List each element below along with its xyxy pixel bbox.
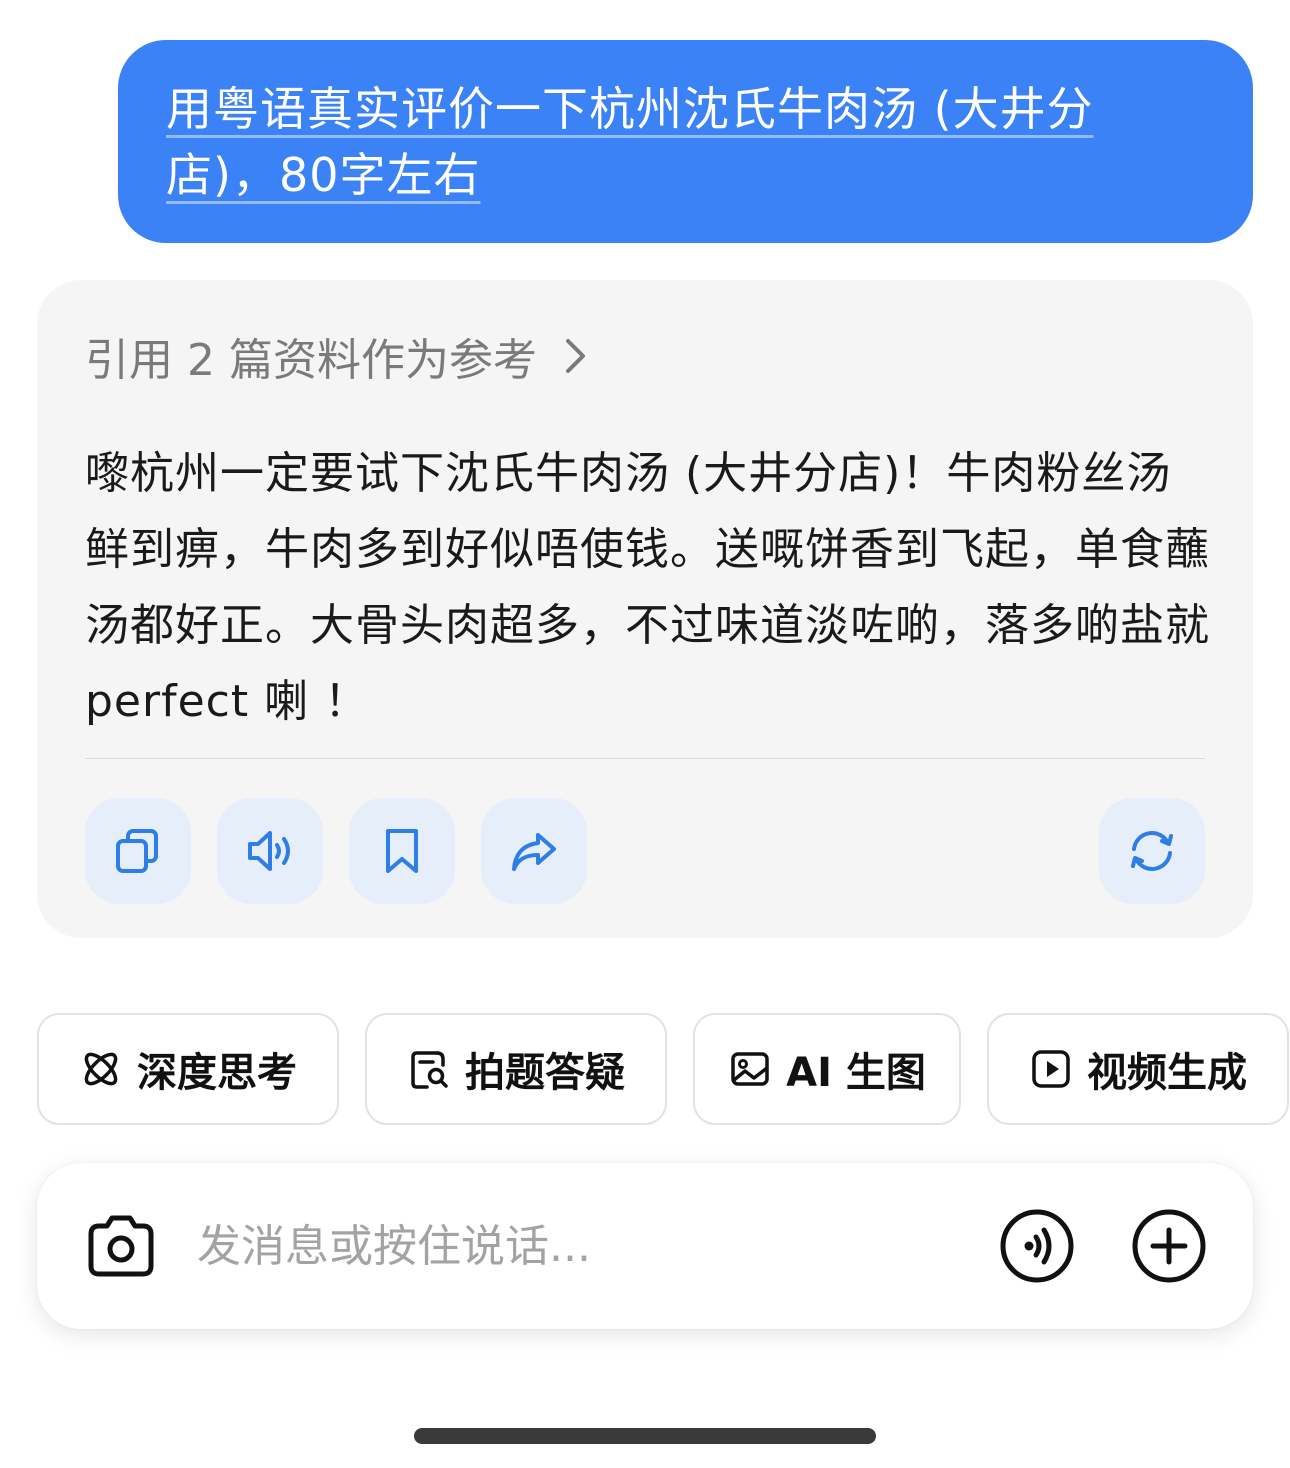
references-link[interactable]: 引用 2 篇资料作为参考 — [85, 326, 589, 386]
chip-label: 视频生成 — [1087, 1050, 1247, 1096]
chevron-right-icon — [565, 339, 585, 373]
read-aloud-button[interactable] — [217, 798, 323, 904]
copy-button[interactable] — [85, 798, 191, 904]
refresh-icon — [1131, 831, 1173, 871]
user-message-bubble[interactable]: 用粤语真实评价一下杭州沈氏牛肉汤 (大井分店)，80字左右 — [118, 40, 1253, 243]
bookmark-button[interactable] — [349, 798, 455, 904]
search-document-icon — [411, 1051, 448, 1089]
image-icon — [731, 1052, 769, 1086]
assistant-answer-text: 嚟杭州一定要试下沈氏牛肉汤 (大井分店)！牛肉粉丝汤鲜到痹，牛肉多到好似唔使钱。… — [85, 448, 1210, 727]
play-icon — [1032, 1050, 1070, 1088]
chat-screen: 用粤语真实评价一下杭州沈氏牛肉汤 (大井分店)，80字左右 引用 2 篇资料作为… — [0, 0, 1290, 1468]
camera-icon[interactable] — [83, 1208, 159, 1284]
chip-photo-question[interactable]: 拍题答疑 — [365, 1013, 667, 1125]
voice-input-icon[interactable] — [999, 1208, 1075, 1284]
share-icon — [512, 833, 556, 871]
atom-icon — [84, 1052, 118, 1086]
chip-video-generation[interactable]: 视频生成 — [987, 1013, 1289, 1125]
message-input-bar — [37, 1163, 1253, 1329]
regenerate-button[interactable] — [1099, 798, 1205, 904]
chip-ai-image[interactable]: AI 生图 — [693, 1013, 961, 1125]
chip-label: 深度思考 — [137, 1050, 297, 1096]
chip-label: AI 生图 — [786, 1050, 926, 1096]
home-indicator[interactable] — [414, 1428, 876, 1444]
plus-icon[interactable] — [1131, 1208, 1207, 1284]
references-label: 引用 2 篇资料作为参考 — [85, 335, 537, 386]
user-message-text: 用粤语真实评价一下杭州沈氏牛肉汤 (大井分店)，80字左右 — [166, 82, 1094, 202]
speaker-icon — [248, 831, 290, 871]
share-button[interactable] — [481, 798, 587, 904]
copy-icon — [116, 829, 158, 873]
bookmark-icon — [386, 829, 418, 873]
chip-label: 拍题答疑 — [465, 1050, 625, 1096]
chip-deep-thinking[interactable]: 深度思考 — [37, 1013, 339, 1125]
message-input[interactable] — [197, 1211, 957, 1281]
assistant-response-card: 引用 2 篇资料作为参考 嚟杭州一定要试下沈氏牛肉汤 (大井分店)！牛肉粉丝汤鲜… — [37, 280, 1253, 938]
divider — [85, 758, 1205, 759]
